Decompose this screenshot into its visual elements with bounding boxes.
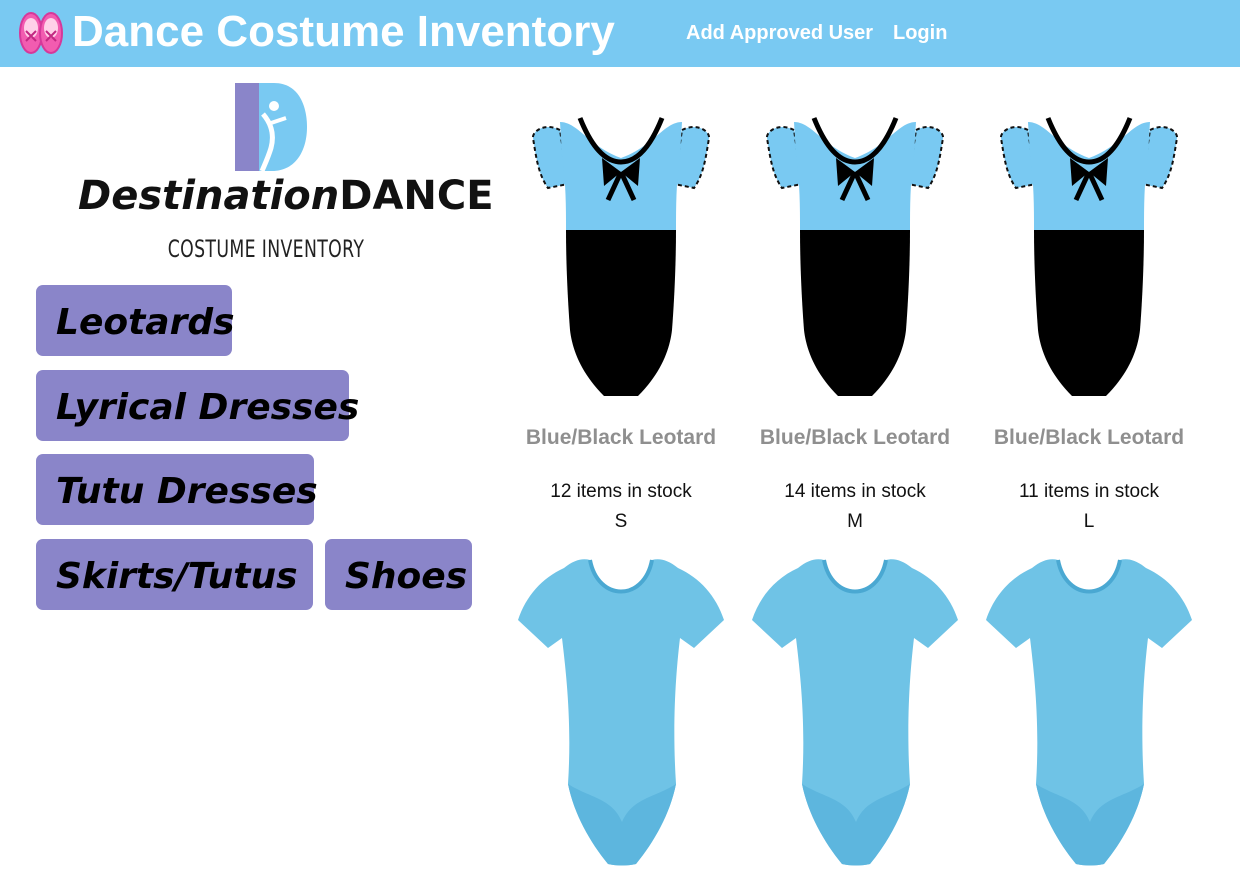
logo-name-script: Destination	[78, 173, 340, 219]
blue-black-leotard-image[interactable]	[978, 116, 1200, 406]
product-card[interactable]	[504, 552, 738, 872]
blue-black-leotard-image[interactable]	[510, 116, 732, 406]
light-blue-leotard-image[interactable]	[504, 552, 738, 872]
category-button-skirts-tutus[interactable]: Skirts/Tutus	[36, 539, 313, 610]
product-stock-count: 12 items in stock	[550, 481, 692, 502]
light-blue-leotard-image[interactable]	[738, 552, 972, 872]
category-button-tutu-dresses[interactable]: Tutu Dresses	[36, 454, 318, 525]
site-title[interactable]: Dance Costume Inventory	[72, 6, 615, 58]
product-card[interactable]: Blue/Black Leotard 12 items in stock S	[504, 116, 738, 536]
product-name[interactable]: Blue/Black Leotard	[504, 425, 738, 451]
category-button-shoes[interactable]: Shoes	[325, 539, 472, 610]
top-nav-bar: Dance Costume Inventory Add Approved Use…	[0, 0, 1240, 67]
product-size: M	[847, 511, 863, 532]
product-card[interactable]	[738, 552, 972, 872]
product-stock-count: 11 items in stock	[1018, 481, 1160, 502]
product-stock-count: 14 items in stock	[784, 481, 926, 502]
add-approved-user-link[interactable]: Add Approved User	[686, 21, 873, 45]
product-name[interactable]: Blue/Black Leotard	[738, 425, 972, 451]
category-button-leotards[interactable]: Leotards	[36, 285, 235, 356]
product-size: S	[614, 511, 628, 532]
product-card[interactable]	[972, 552, 1206, 872]
logo-name-bold: DANCE	[339, 173, 494, 219]
light-blue-leotard-image[interactable]	[972, 552, 1206, 872]
category-button-lyrical-dresses[interactable]: Lyrical Dresses	[36, 370, 359, 441]
logo-subtitle: COSTUME INVENTORY	[167, 235, 365, 263]
product-card[interactable]: Blue/Black Leotard 11 items in stock L	[972, 116, 1206, 536]
logo-wordmark: DestinationDANCE	[78, 172, 494, 220]
ballet-shoes-icon	[19, 12, 63, 54]
blue-black-leotard-image[interactable]	[744, 116, 966, 406]
destination-dance-logo: DestinationDANCE COSTUME INVENTORY	[78, 82, 494, 272]
product-card[interactable]: Blue/Black Leotard 14 items in stock M	[738, 116, 972, 536]
product-size: L	[1083, 511, 1095, 532]
product-name[interactable]: Blue/Black Leotard	[972, 425, 1206, 451]
login-link[interactable]: Login	[893, 21, 947, 45]
